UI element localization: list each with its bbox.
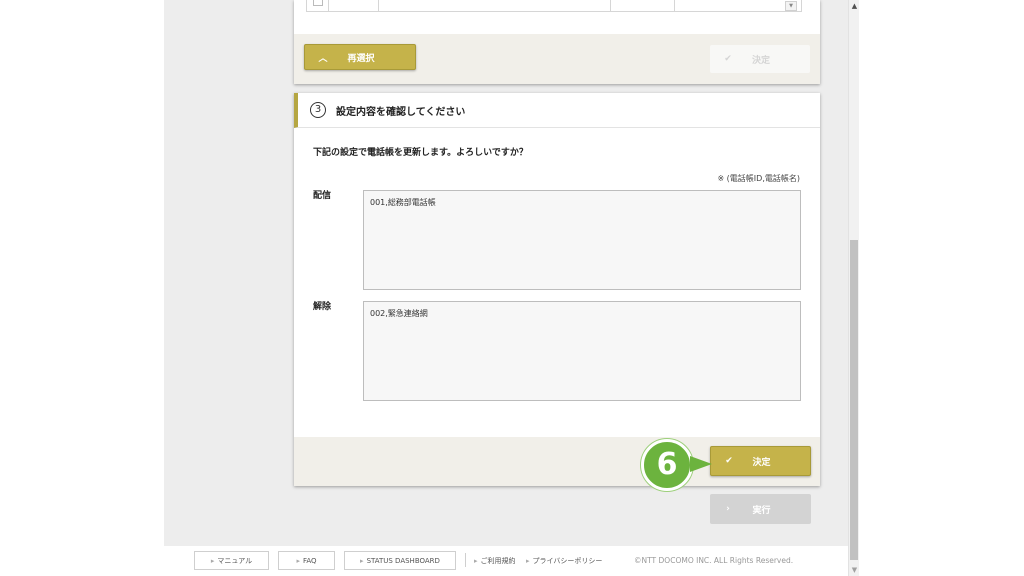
decide-button[interactable]: ✔ 決定: [710, 446, 811, 476]
step-badge: 6: [641, 439, 693, 491]
scroll-down-arrow-icon[interactable]: ▼: [849, 564, 860, 576]
page-margin: [848, 0, 1024, 576]
reselect-button-label: 再選択: [347, 53, 375, 64]
copyright: ©NTT DOCOMO INC. ALL Rights Reserved.: [634, 556, 794, 565]
footer: ▸ マニュアル ▸ FAQ ▸ STATUS DASHBOARD ▸ ご利用規約 ▸ プラ…: [164, 546, 848, 576]
faq-link[interactable]: ▸ FAQ: [278, 551, 335, 570]
decide-button-label: 決定: [751, 55, 770, 66]
reselect-button[interactable]: ︿ 再選択: [304, 44, 416, 70]
decide-button-label: 決定: [752, 457, 771, 468]
table-cell-select: ▼: [675, 0, 801, 11]
confirm-card-footer: ✔ 決定: [294, 437, 820, 486]
execute-button[interactable]: › 実行: [710, 494, 811, 524]
row-checkbox[interactable]: [313, 0, 323, 6]
chevron-up-icon: ︿: [318, 53, 328, 64]
check-icon: ✔: [725, 456, 733, 466]
decide-button-disabled[interactable]: ✔ 決定: [710, 45, 810, 73]
status-dashboard-label: STATUS DASHBOARD: [366, 556, 440, 565]
remove-textarea[interactable]: 002,緊急連絡網: [363, 301, 801, 401]
deliver-label: 配信: [313, 191, 332, 201]
table-cell: [329, 0, 379, 11]
terms-label: ご利用規約: [480, 557, 516, 565]
format-note: ※ (電話帳ID,電話帳名): [717, 174, 800, 183]
check-icon: ✔: [724, 54, 732, 64]
bullet-icon: ▸: [360, 556, 364, 565]
terms-link[interactable]: ▸ ご利用規約: [474, 556, 516, 566]
bullet-icon: ▸: [526, 557, 530, 565]
table-cell-checkbox: [307, 0, 329, 11]
confirm-card-header: 3 設定内容を確認してください: [294, 93, 820, 128]
selection-card: ▼ ︿ 再選択 ✔ 決定: [294, 0, 820, 84]
confirm-card: 3 設定内容を確認してください 下記の設定で電話帳を更新します。よろしいですか？…: [294, 93, 820, 486]
section-title: 設定内容を確認してください: [336, 106, 466, 118]
table-cell: [611, 0, 675, 11]
scroll-up-arrow-icon[interactable]: ▲: [849, 0, 860, 12]
vertical-scrollbar[interactable]: ▲ ▼: [848, 0, 859, 576]
table-row: ▼: [306, 0, 802, 12]
table-cell: [379, 0, 611, 11]
privacy-label: プライバシーポリシー: [532, 557, 603, 565]
step-number: 3: [310, 102, 326, 118]
manual-link[interactable]: ▸ マニュアル: [194, 551, 269, 570]
divider: [465, 553, 466, 567]
execute-button-label: 実行: [752, 505, 771, 516]
selection-card-footer: ︿ 再選択 ✔ 決定: [294, 34, 820, 84]
scrollbar-thumb[interactable]: [850, 240, 858, 560]
chevron-right-icon: ›: [726, 504, 730, 514]
privacy-link[interactable]: ▸ プライバシーポリシー: [526, 556, 602, 566]
confirm-message: 下記の設定で電話帳を更新します。よろしいですか？: [313, 148, 528, 158]
status-dashboard-link[interactable]: ▸ STATUS DASHBOARD: [344, 551, 456, 570]
step-pointer-arrow: [690, 456, 712, 472]
bullet-icon: ▸: [210, 556, 215, 565]
bullet-icon: ▸: [474, 557, 478, 565]
manual-label: マニュアル: [217, 556, 253, 565]
remove-label: 解除: [313, 302, 332, 312]
faq-label: FAQ: [302, 556, 317, 565]
bullet-icon: ▸: [296, 556, 300, 565]
deliver-textarea[interactable]: 001,総務部電話帳: [363, 190, 801, 290]
chevron-down-icon[interactable]: ▼: [785, 1, 797, 11]
